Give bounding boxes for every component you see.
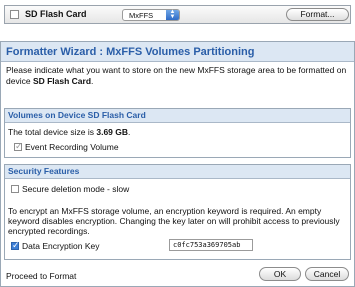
security-section: Security Features Secure deletion mode -… [4,164,351,260]
size-value: 3.69 GB [96,127,129,137]
encryption-key-input[interactable]: c0fc753a369705ab [169,239,253,251]
encryption-note: To encrypt an MxFFS storage volume, an e… [8,206,340,236]
volumes-section-header: Volumes on Device SD Flash Card [5,109,350,123]
secure-deletion-label: Secure deletion mode - slow [22,184,130,194]
secure-deletion-checkbox[interactable] [11,185,19,193]
event-recording-checkbox[interactable] [14,141,23,152]
size-suffix: . [128,127,131,137]
intro-end: . [91,76,94,86]
event-recording-label: Event Recording Volume [25,142,119,152]
device-select-checkbox[interactable] [10,10,19,19]
event-recording-option[interactable]: Event Recording Volume [14,141,119,152]
device-row: SD Flash Card MxFFS ▲ ▼ Format... [4,5,351,24]
device-size-text: The total device size is 3.69 GB. [8,127,130,137]
wizard-intro: Please indicate what you want to store o… [6,65,348,87]
format-button[interactable]: Format... [286,8,349,21]
secure-deletion-option[interactable]: Secure deletion mode - slow [11,184,129,194]
data-encryption-label: Data Encryption Key [22,241,100,251]
ok-button[interactable]: OK [259,267,301,281]
cancel-button[interactable]: Cancel [305,267,349,281]
intro-device: SD Flash Card [32,76,92,86]
volumes-section: Volumes on Device SD Flash Card The tota… [4,108,351,158]
filesystem-select-value: MxFFS [129,11,154,20]
device-header: SD Flash Card MxFFS ▲ ▼ Format... [0,0,355,28]
formatter-wizard-panel: Formatter Wizard : MxFFS Volumes Partiti… [0,41,355,287]
security-section-header: Security Features [5,165,350,179]
size-prefix: The total device size is [8,127,97,137]
select-arrows-icon: ▲ ▼ [166,9,179,20]
device-label: SD Flash Card [25,9,87,19]
data-encryption-option[interactable]: Data Encryption Key [11,240,100,251]
data-encryption-checkbox[interactable] [11,240,20,251]
proceed-label: Proceed to Format [6,271,77,281]
wizard-title: Formatter Wizard : MxFFS Volumes Partiti… [1,42,354,62]
filesystem-select[interactable]: MxFFS ▲ ▼ [122,9,180,21]
